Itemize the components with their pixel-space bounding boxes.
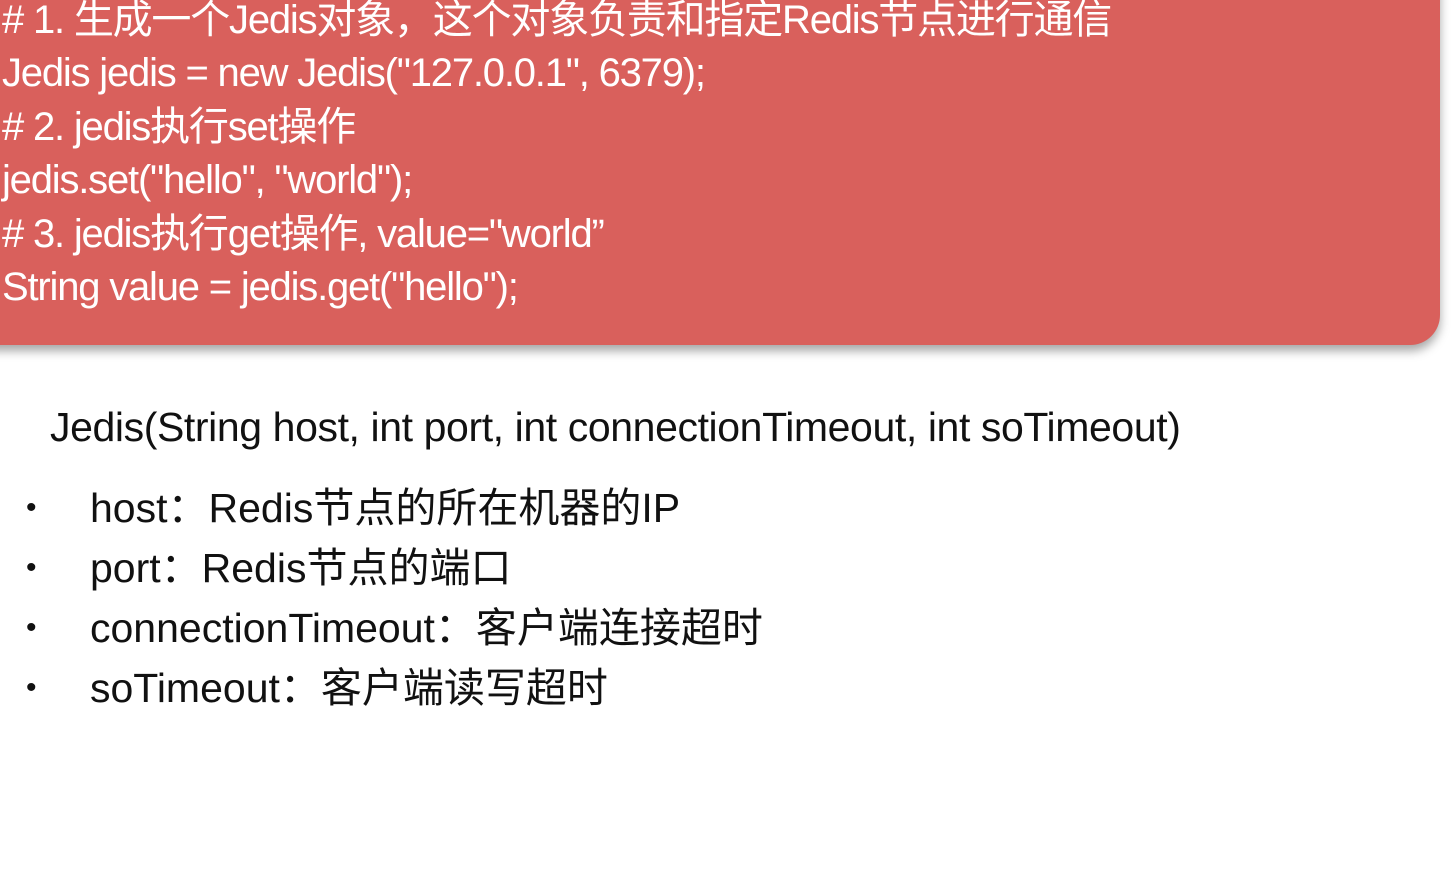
code-comment-1: # 1. 生成一个Jedis对象，这个对象负责和指定Redis节点进行通信 — [2, 0, 1112, 42]
bullet-icon: • — [26, 611, 37, 644]
code-line-new-jedis: Jedis jedis = new Jedis("127.0.0.1", 637… — [2, 51, 706, 96]
param-item-host: • host：Redis节点的所在机器的IP — [0, 480, 680, 540]
param-text: soTimeout：客户端读写超时 — [90, 665, 608, 711]
param-text: port：Redis节点的端口 — [90, 545, 512, 591]
code-block: # 1. 生成一个Jedis对象，这个对象负责和指定Redis节点进行通信 Je… — [0, 0, 1440, 345]
constructor-signature: Jedis(String host, int port, int connect… — [50, 404, 1181, 450]
code-line-set: jedis.set("hello", "world"); — [2, 158, 413, 203]
param-list: • host：Redis节点的所在机器的IP • port：Redis节点的端口… — [0, 480, 763, 720]
code-comment-3: # 3. jedis执行get操作, value="world” — [2, 211, 605, 256]
param-item-so-timeout: • soTimeout：客户端读写超时 — [0, 660, 608, 720]
param-text: connectionTimeout：客户端连接超时 — [90, 605, 763, 651]
param-item-port: • port：Redis节点的端口 — [0, 540, 511, 600]
code-line-get: String value = jedis.get("hello"); — [2, 264, 519, 309]
bullet-icon: • — [26, 551, 37, 584]
bullet-icon: • — [26, 491, 37, 524]
param-text: host：Redis节点的所在机器的IP — [90, 485, 681, 531]
code-comment-2: # 2. jedis执行set操作 — [2, 104, 356, 149]
bullet-icon: • — [26, 671, 37, 704]
param-item-connection-timeout: • connectionTimeout：客户端连接超时 — [0, 600, 763, 660]
